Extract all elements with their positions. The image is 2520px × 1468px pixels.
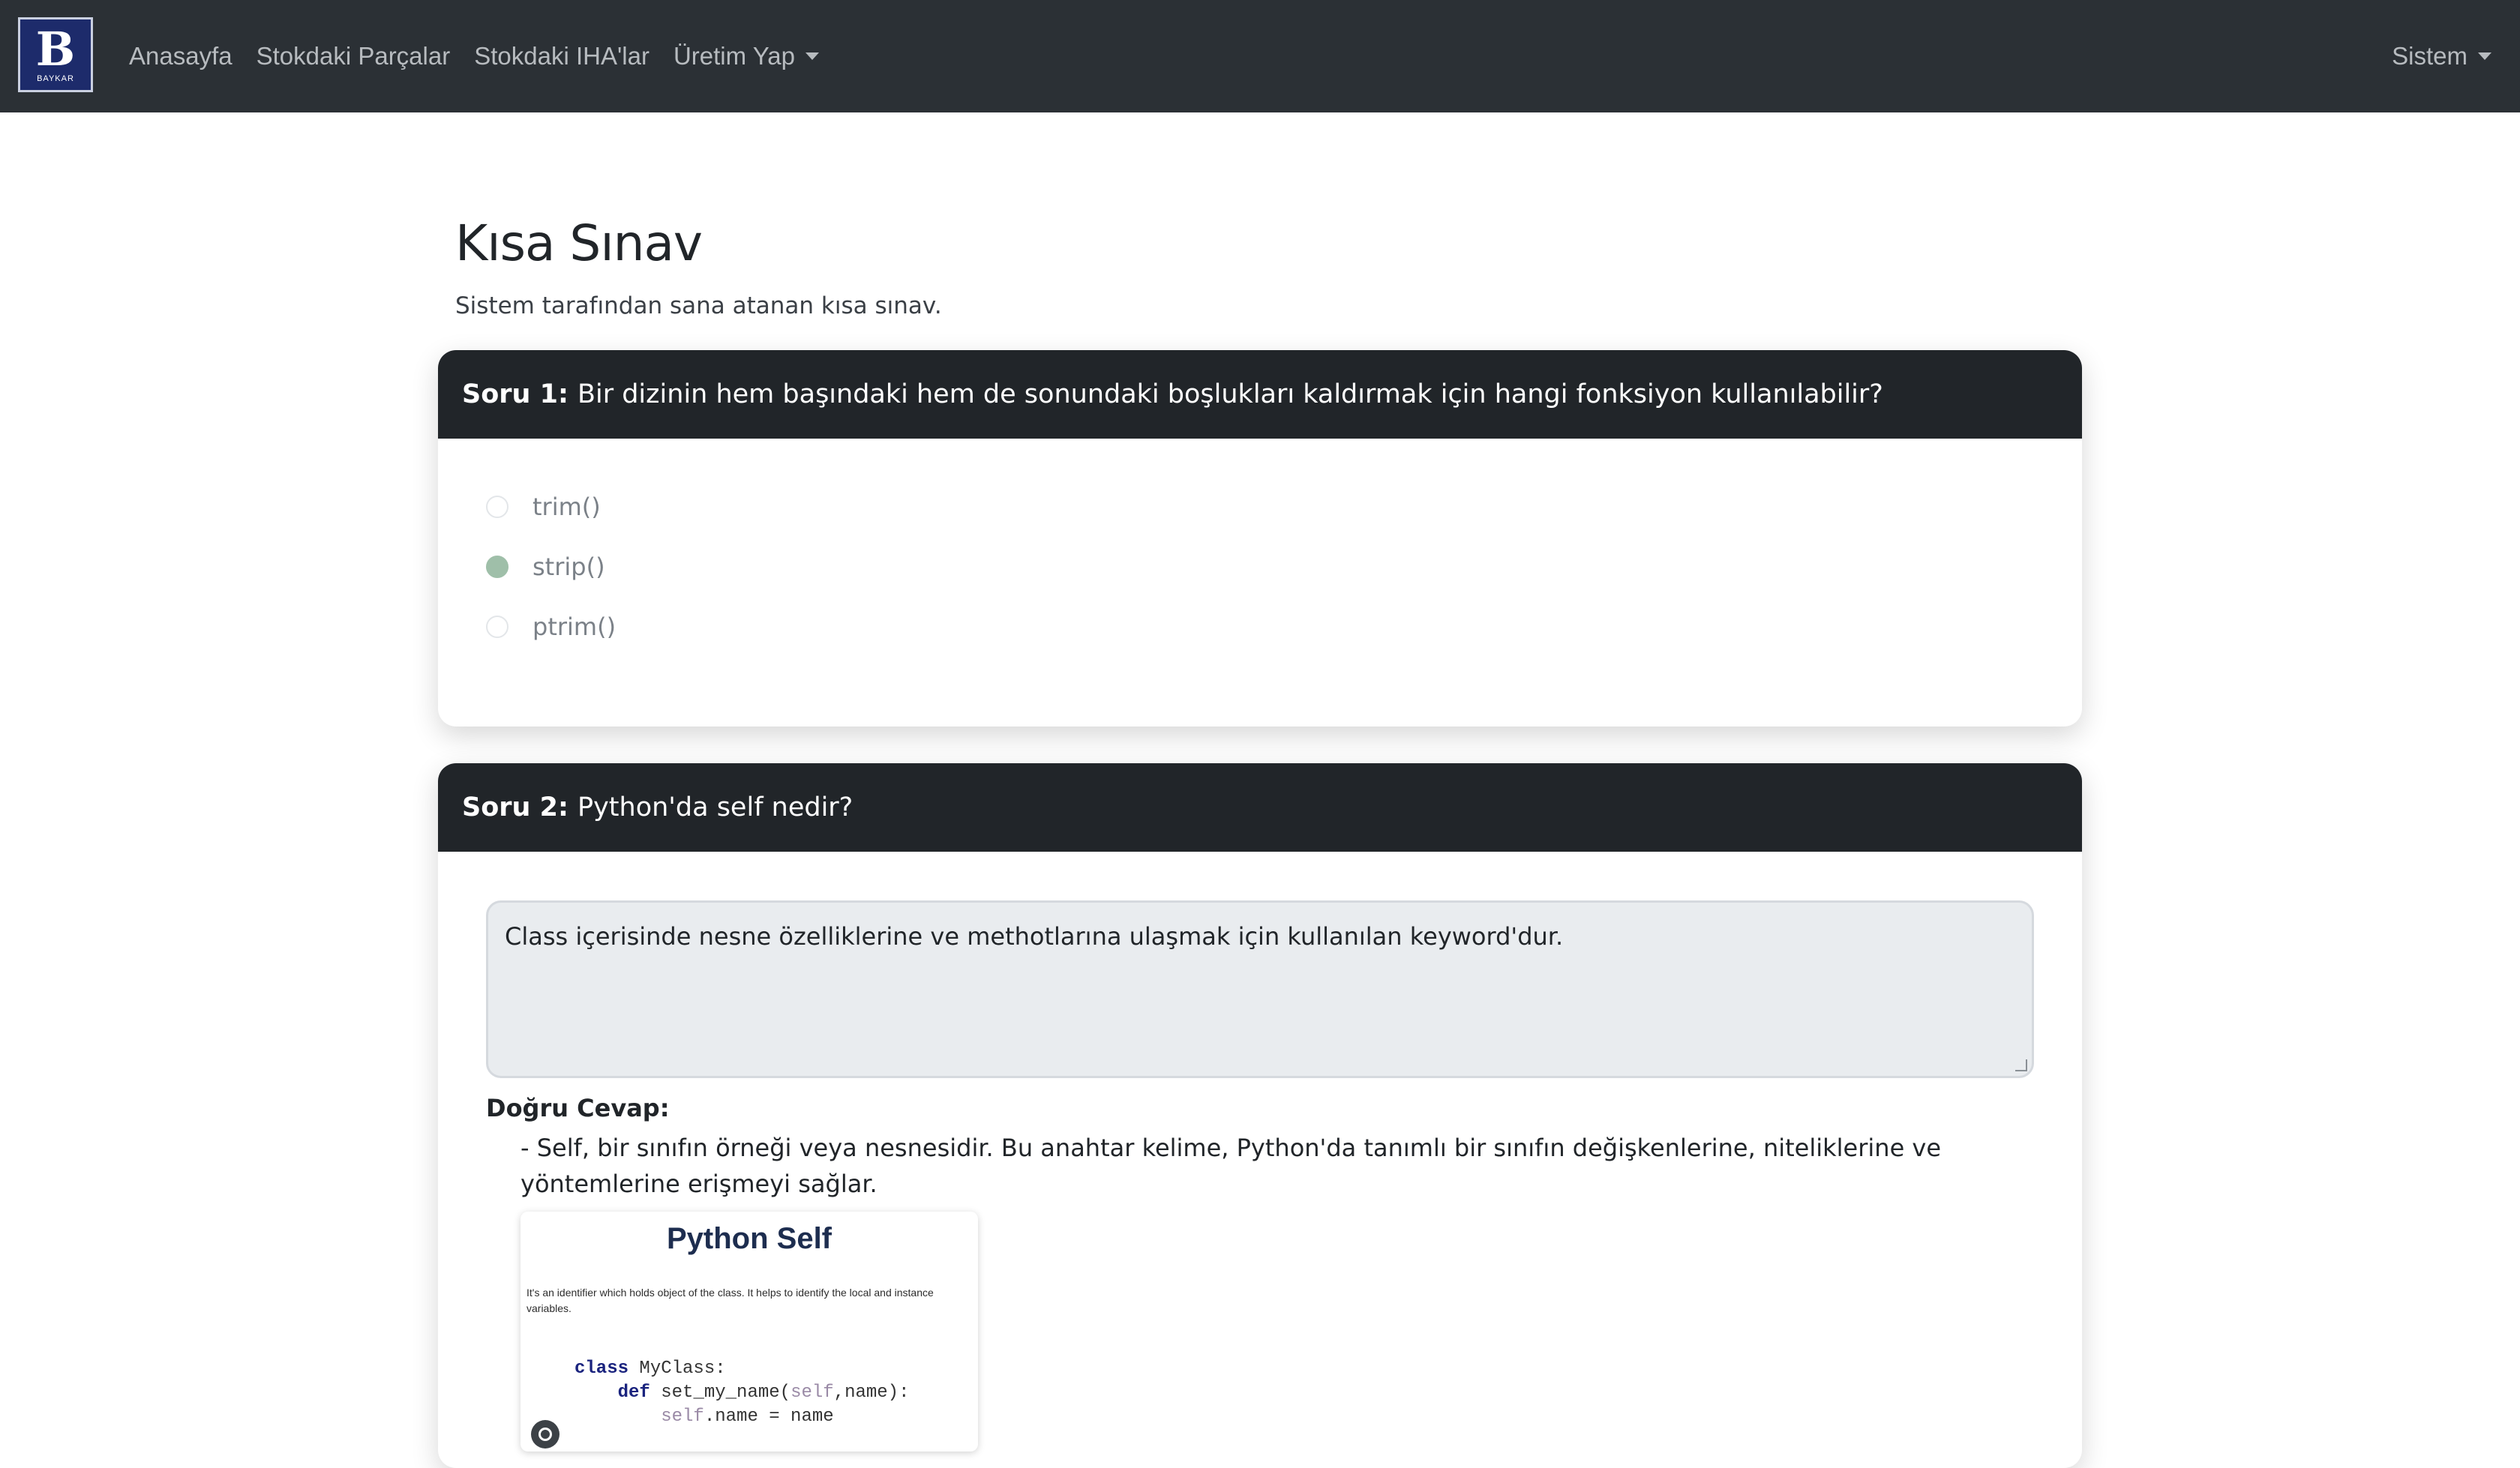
option-label: strip() bbox=[532, 553, 605, 581]
question-number: Soru 2: bbox=[462, 792, 568, 822]
nav-dropdown-production[interactable]: Üretim Yap bbox=[674, 42, 819, 70]
chevron-down-icon bbox=[805, 52, 819, 60]
code-keyword: class bbox=[574, 1359, 629, 1379]
top-navbar: B BAYKAR Anasayfa Stokdaki Parçalar Stok… bbox=[0, 0, 2520, 112]
logo-word: BAYKAR bbox=[37, 74, 74, 83]
radio-button[interactable] bbox=[486, 616, 508, 638]
nav-link-stock-parts[interactable]: Stokdaki Parçalar bbox=[256, 42, 451, 70]
logo-mark: B bbox=[35, 22, 76, 76]
python-self-image[interactable]: Python Self It's an identifier which hol… bbox=[520, 1212, 978, 1452]
code-text: ,name): bbox=[833, 1383, 910, 1403]
lens-search-icon[interactable] bbox=[531, 1420, 560, 1449]
question-number: Soru 1: bbox=[462, 379, 568, 409]
code-text: set_my_name( bbox=[650, 1383, 791, 1403]
image-title: Python Self bbox=[666, 1222, 832, 1255]
code-text: .name = name bbox=[704, 1407, 834, 1427]
option-ptrim[interactable]: ptrim() bbox=[486, 613, 616, 641]
question-card-2: Soru 2: Python'da self nedir? Class içer… bbox=[438, 763, 2082, 1468]
nav-dropdown-system-label: Sistem bbox=[2392, 42, 2468, 70]
lens-inner-icon bbox=[538, 1428, 552, 1441]
image-description: It's an identifier which holds object of… bbox=[526, 1287, 934, 1314]
page-subtitle: Sistem tarafından sana atanan kısa sınav… bbox=[455, 292, 942, 319]
answer-text: Class içerisinde nesne özelliklerine ve … bbox=[505, 922, 1564, 951]
radio-button-selected[interactable] bbox=[486, 556, 508, 578]
nav-links: Anasayfa Stokdaki Parçalar Stokdaki IHA'… bbox=[129, 0, 819, 112]
code-keyword: def bbox=[617, 1383, 650, 1403]
baykar-logo[interactable]: B BAYKAR bbox=[18, 17, 93, 92]
chevron-down-icon bbox=[2478, 52, 2492, 60]
question-text: Bir dizinin hem başındaki hem de sonunda… bbox=[577, 379, 1883, 409]
code-self: self bbox=[661, 1407, 704, 1427]
radio-button[interactable] bbox=[486, 496, 508, 518]
option-label: trim() bbox=[532, 493, 601, 521]
nav-link-stock-uavs[interactable]: Stokdaki IHA'lar bbox=[474, 42, 650, 70]
code-self: self bbox=[790, 1383, 834, 1403]
option-trim[interactable]: trim() bbox=[486, 493, 601, 521]
question-card-1: Soru 1: Bir dizinin hem başındaki hem de… bbox=[438, 350, 2082, 727]
question-header-1: Soru 1: Bir dizinin hem başındaki hem de… bbox=[438, 350, 2082, 439]
option-strip[interactable]: strip() bbox=[486, 553, 605, 581]
question-text: Python'da self nedir? bbox=[577, 792, 854, 822]
resize-handle-icon[interactable] bbox=[2015, 1059, 2027, 1071]
nav-dropdown-production-label: Üretim Yap bbox=[673, 42, 795, 70]
image-code: class MyClass: def set_my_name(self,name… bbox=[574, 1357, 910, 1429]
answer-textarea[interactable]: Class içerisinde nesne özelliklerine ve … bbox=[486, 900, 2034, 1078]
nav-link-home[interactable]: Anasayfa bbox=[129, 42, 232, 70]
code-text: MyClass: bbox=[628, 1359, 726, 1379]
option-label: ptrim() bbox=[532, 613, 616, 641]
correct-answer-text: - Self, bir sınıfın örneği veya nesnesid… bbox=[520, 1134, 1942, 1198]
nav-dropdown-system[interactable]: Sistem bbox=[2392, 42, 2492, 70]
question-header-2: Soru 2: Python'da self nedir? bbox=[438, 763, 2082, 852]
page-title: Kısa Sınav bbox=[455, 214, 703, 272]
nav-right: Sistem bbox=[2392, 0, 2492, 112]
correct-answer-title: Doğru Cevap: bbox=[486, 1094, 670, 1122]
